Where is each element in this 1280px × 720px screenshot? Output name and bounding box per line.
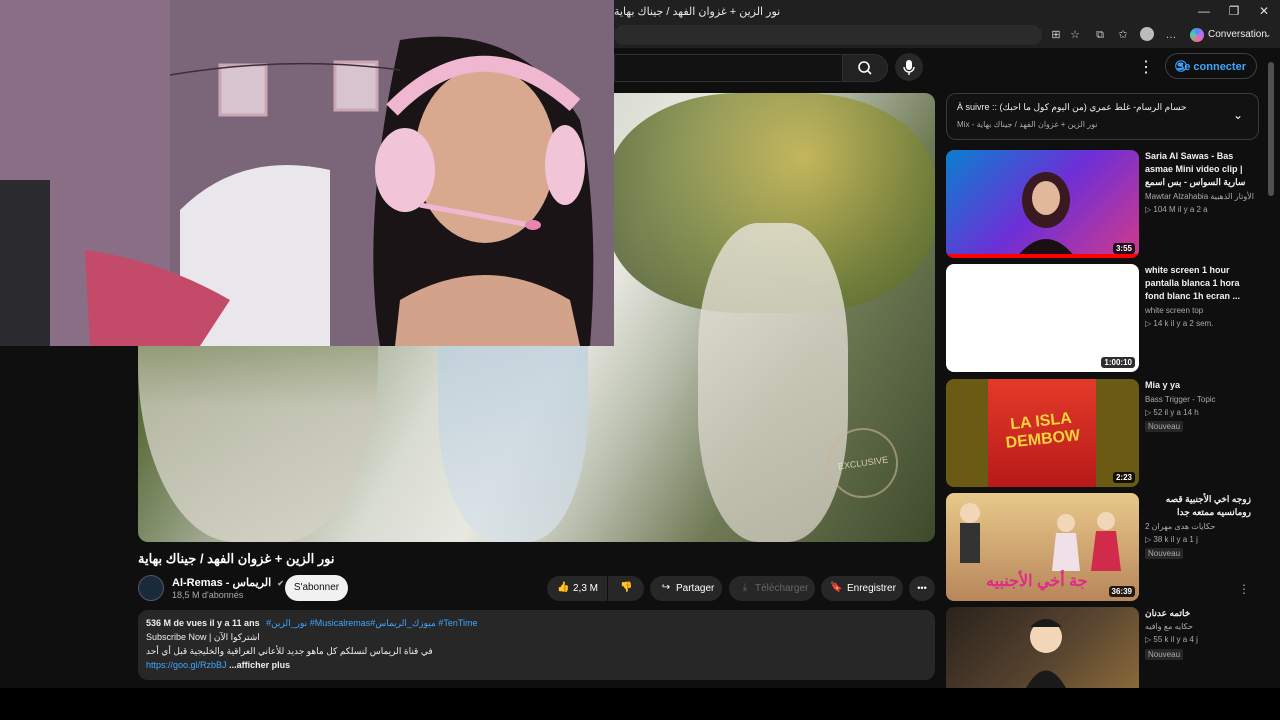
window-title: نور الزين + غزوان الفهد / جيناك بهاية — [614, 6, 781, 18]
recommendation-channel[interactable]: حكايات هدى مهران 2 — [1145, 522, 1215, 531]
channel-name-label: Al-Remas - الريماس — [172, 577, 272, 589]
mic-icon — [903, 60, 915, 75]
more-actions-button[interactable]: ••• — [909, 576, 935, 601]
like-button[interactable]: 👍 2,3 M — [547, 576, 607, 601]
bookmark-icon: 🔖 — [830, 582, 843, 593]
close-button[interactable]: ✕ — [1256, 3, 1272, 19]
share-icon: ↪ — [661, 582, 671, 593]
thumbnail-text: جة أخي الأجنبيه — [986, 573, 1088, 590]
thumbs-up-icon: 👍 — [557, 582, 570, 593]
dislike-button[interactable]: 👎 — [608, 576, 644, 601]
video-title: نور الزين + غزوان الفهد / جيناك بهاية — [138, 551, 335, 566]
url-field[interactable] — [614, 25, 1042, 45]
apps-icon[interactable]: ⊞ — [1049, 28, 1063, 42]
recommendation-channel[interactable]: Bass Trigger - Topic — [1145, 395, 1216, 404]
description-first-line: 536 M de vues il y a 11 ans #نور_الزين #… — [146, 618, 478, 629]
recommendation-channel[interactable]: white screen top — [1145, 306, 1203, 315]
recommendation-title[interactable]: خاتمه عدنان — [1145, 607, 1251, 620]
hashtags[interactable]: #نور_الزين #Musicalremas#ميوزك_الريماس #… — [266, 618, 477, 628]
description-text: في قناة الريماس لنسلكم كل ماهو جديد للأع… — [146, 646, 433, 656]
recommendation-meta: ▷ 55 k il y a 4 j — [1145, 635, 1198, 644]
recommendation-thumbnail[interactable] — [946, 607, 1139, 688]
scrollbar-thumb[interactable] — [1268, 62, 1274, 196]
sign-in-button[interactable]: Se connecter — [1165, 53, 1257, 79]
copilot-icon — [1190, 28, 1204, 42]
account-icon — [1175, 60, 1187, 72]
share-button[interactable]: ↪ Partager — [650, 576, 722, 601]
recommendation-meta: ▷ 52 il y a 14 h — [1145, 408, 1199, 417]
recommendation-meta: ▷ 14 k il y a 2 sem. — [1145, 319, 1214, 328]
new-badge: Nouveau — [1145, 421, 1184, 432]
description-box[interactable]: 536 M de vues il y a 11 ans #نور_الزين #… — [138, 610, 935, 680]
recommendation-meta: ▷ 38 k il y a 1 j — [1145, 535, 1198, 544]
recommendation-channel[interactable]: Mawtar Alzahabia الأوتار الذهبية — [1145, 192, 1254, 201]
subscribe-button[interactable]: S'abonner — [285, 575, 348, 601]
recommendation-title[interactable]: Mia y ya — [1145, 379, 1251, 392]
recommendation-channel[interactable]: حكايه مع وافيه — [1145, 622, 1193, 631]
share-label: Partager — [676, 583, 715, 594]
recommendation-title[interactable]: زوجه اخي الأجنبية قصه رومانسيه ممتعه جدا — [1145, 493, 1251, 519]
settings-menu-icon[interactable]: ⋮ — [1138, 57, 1154, 77]
new-badge: Nouveau — [1145, 548, 1184, 559]
like-count: 2,3 M — [573, 583, 599, 594]
voice-search-button[interactable] — [895, 53, 923, 81]
chevron-down-icon[interactable]: ⌄ — [1264, 29, 1272, 40]
description-subscribe-line: Subscribe Now | اشتركوا الآن — [146, 632, 260, 642]
more-options-icon[interactable]: ⋮ — [1238, 582, 1250, 596]
thumbnail-image — [1026, 619, 1066, 688]
duration-badge: 36:39 — [1108, 586, 1135, 597]
new-badge: Nouveau — [1145, 649, 1184, 660]
description-link[interactable]: https://goo.gl/RzbBJ — [146, 660, 227, 670]
duration-badge: 2:23 — [1112, 472, 1135, 483]
view-stats: 536 M de vues il y a 11 ans — [146, 618, 260, 628]
more-icon[interactable]: … — [1164, 28, 1178, 42]
thumbnail-image — [946, 172, 1139, 258]
save-button[interactable]: 🔖 Enregistrer — [821, 576, 903, 601]
thumbs-down-icon: 👎 — [620, 582, 633, 593]
up-next-title: À suivre :: حسام الرسام- غلط عمري (من ال… — [957, 102, 1187, 112]
recommendation-thumbnail[interactable]: جة أخي الأجنبيه 36:39 — [946, 493, 1139, 601]
description-link-line: https://goo.gl/RzbBJ ...afficher plus — [146, 660, 290, 670]
minimize-button[interactable]: — — [1196, 3, 1212, 19]
browser-window: نور الزين + غزوان الفهد / جيناك بهاية — … — [0, 0, 1280, 688]
show-more-link[interactable]: ...afficher plus — [229, 660, 290, 670]
video-frame-figure-2 — [698, 223, 848, 542]
channel-avatar[interactable] — [138, 575, 164, 601]
up-next-panel[interactable]: À suivre :: حسام الرسام- غلط عمري (من ال… — [946, 93, 1259, 140]
sign-in-label: Se connecter — [1176, 61, 1246, 73]
webcam-overlay — [0, 0, 614, 346]
recommendation-thumbnail[interactable]: 3:55 — [946, 150, 1139, 258]
profile-avatar[interactable] — [1140, 27, 1154, 41]
taskbar — [0, 688, 1280, 720]
chevron-down-icon[interactable]: ⌄ — [1233, 108, 1243, 122]
webcam-image — [0, 0, 614, 346]
channel-name[interactable]: Al-Remas - الريماس ✔ — [172, 576, 284, 589]
star-icon[interactable]: ☆ — [1068, 28, 1082, 42]
download-button[interactable]: ⤓ Télécharger — [729, 576, 815, 601]
conversation-button[interactable]: Conversation — [1186, 25, 1275, 45]
conversation-label: Conversation — [1208, 29, 1267, 40]
subscriber-count: 18,5 M d'abonnés — [172, 590, 244, 600]
recommendation-thumbnail[interactable]: 1:00:10 — [946, 264, 1139, 372]
recommendation-title[interactable]: white screen 1 hour pantalla blanca 1 ho… — [1145, 264, 1251, 303]
extensions-icon[interactable]: ⧉ — [1093, 28, 1107, 42]
save-label: Enregistrer — [847, 583, 896, 594]
search-button[interactable] — [842, 54, 888, 82]
download-label: Télécharger — [755, 583, 809, 594]
restore-button[interactable]: ❐ — [1226, 3, 1242, 19]
recommendation-title[interactable]: Saria Al Sawas - Bas asmae Mini video cl… — [1145, 150, 1251, 189]
up-next-subtitle: Mix - نور الزين + غزوان الفهد / جيناك به… — [957, 120, 1098, 129]
duration-badge: 3:55 — [1112, 243, 1135, 254]
recommendation-meta: ▷ 104 M il y a 2 a — [1145, 205, 1208, 214]
favorites-icon[interactable]: ✩ — [1116, 28, 1130, 42]
recommendation-thumbnail[interactable]: LA ISLA DEMBOW 2:23 — [946, 379, 1139, 487]
duration-badge: 1:00:10 — [1101, 357, 1135, 368]
verified-icon: ✔ — [277, 579, 284, 588]
download-icon: ⤓ — [742, 582, 748, 593]
search-input[interactable] — [614, 54, 843, 82]
search-icon — [858, 61, 872, 75]
